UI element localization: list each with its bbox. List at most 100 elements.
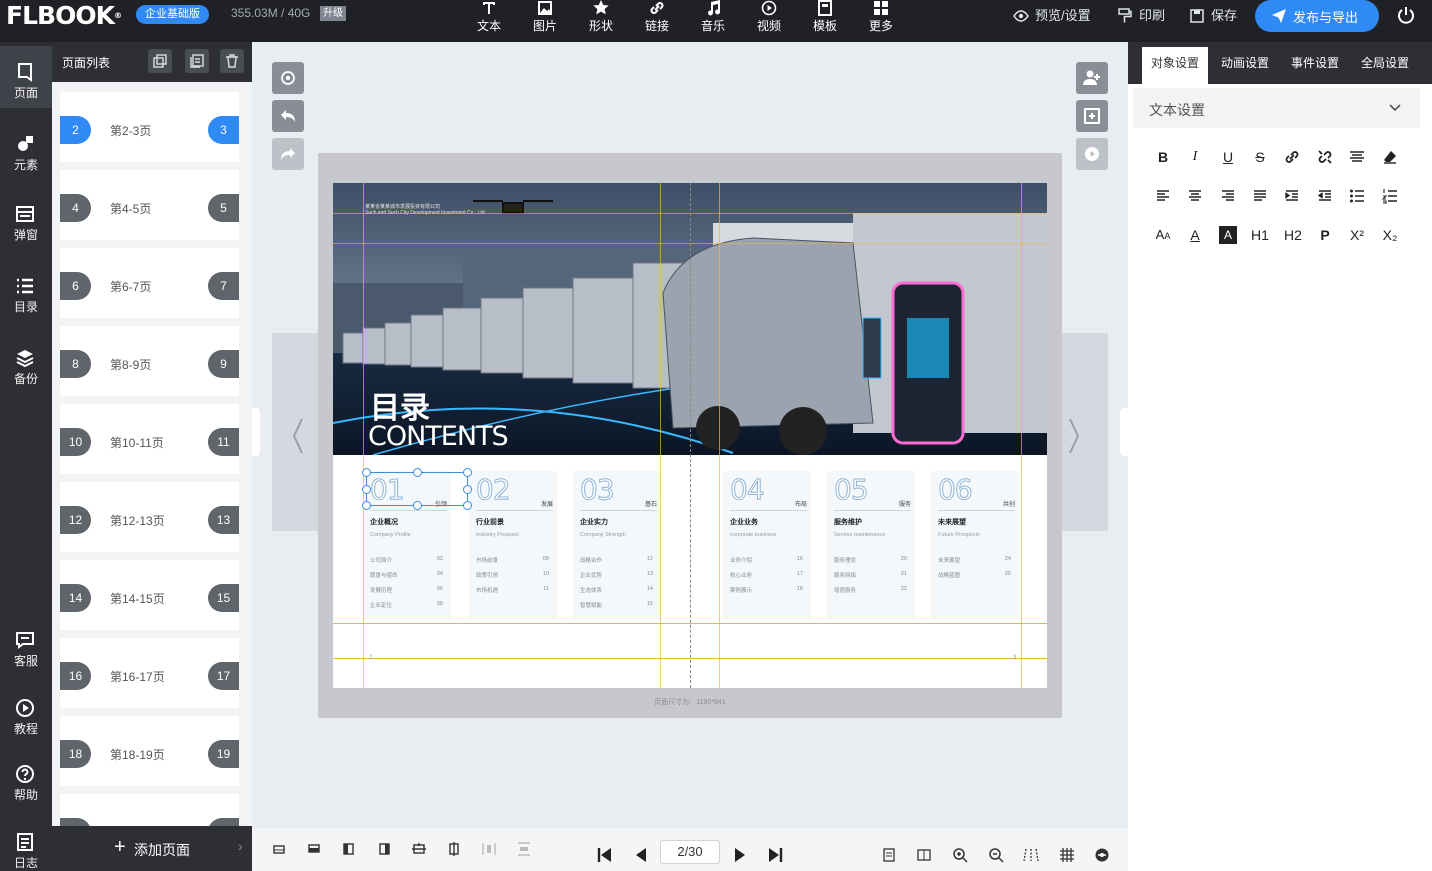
prev-page-icon[interactable] — [633, 847, 649, 863]
distribute-vertical-icon[interactable] — [517, 842, 531, 856]
align-left-button[interactable] — [1152, 185, 1174, 207]
bold-button[interactable]: B — [1152, 146, 1174, 168]
toc-card[interactable]: 04 布局 企业业务 corporate business 业务介绍 16 核心业务 17 案例… — [723, 471, 811, 619]
next-page-icon[interactable] — [732, 847, 748, 863]
center-vertical-icon[interactable] — [412, 842, 426, 856]
double-page-view-icon[interactable] — [917, 848, 931, 862]
tab-global-settings[interactable]: 全局设置 — [1352, 47, 1418, 84]
page-list-item[interactable]: 6 第6-7页 7 — [60, 248, 239, 318]
nav-log[interactable]: 日志 — [0, 816, 52, 871]
first-page-icon[interactable] — [597, 847, 613, 863]
resize-handle[interactable] — [463, 501, 472, 510]
center-horizontal-icon[interactable] — [447, 842, 461, 856]
font-size-button[interactable]: AA — [1152, 224, 1174, 246]
toc-entry[interactable]: 战略合作 12 — [580, 556, 653, 564]
toc-title-en[interactable]: CONTENTS — [368, 421, 509, 452]
toc-entry[interactable]: 市场机遇 11 — [476, 586, 549, 594]
page-list-item[interactable]: 2 第2-3页 3 — [60, 92, 239, 162]
distribute-horizontal-icon[interactable] — [482, 842, 496, 856]
nav-popup[interactable]: 弹窗 — [0, 188, 52, 250]
italic-button[interactable]: I — [1184, 146, 1206, 168]
delete-page-button[interactable] — [220, 49, 244, 73]
tab-animation-settings[interactable]: 动画设置 — [1212, 47, 1278, 84]
prev-page-arrow[interactable] — [272, 333, 320, 531]
reset-canvas-button[interactable] — [272, 62, 304, 94]
outdent-button[interactable] — [1314, 185, 1336, 207]
tab-object-settings[interactable]: 对象设置 — [1142, 47, 1208, 84]
line-spacing-button[interactable] — [1346, 146, 1368, 168]
clear-format-button[interactable] — [1379, 146, 1401, 168]
nav-backup[interactable]: 备份 — [0, 332, 52, 394]
redo-button[interactable] — [272, 138, 304, 170]
page-list-item[interactable]: 14 第14-15页 15 — [60, 560, 239, 630]
toc-entry[interactable]: 企业优势 13 — [580, 571, 653, 579]
toc-card[interactable]: 05 服务 服务维护 Service maintenance 服务理念 20 服务网络 21 增… — [827, 471, 915, 619]
last-page-icon[interactable] — [767, 847, 783, 863]
align-right-edge-icon[interactable] — [377, 842, 391, 856]
page-indicator-input[interactable]: 2/30 — [660, 840, 720, 864]
collapse-left-panel-handle[interactable] — [252, 408, 260, 456]
nav-tutorial[interactable]: 教程 — [0, 682, 52, 744]
next-page-arrow[interactable] — [1060, 333, 1108, 531]
toc-entry[interactable]: 未来展望 24 — [938, 556, 1011, 564]
page-list-item[interactable]: 16 第16-17页 17 — [60, 638, 239, 708]
page-list-item[interactable]: 12 第12-13页 13 — [60, 482, 239, 552]
toc-entry[interactable]: 智慧赋能 15 — [580, 601, 653, 609]
nav-pages[interactable]: 页面 — [0, 46, 52, 108]
heading1-button[interactable]: H1 — [1248, 224, 1272, 246]
guides-icon[interactable] — [1023, 847, 1039, 863]
toc-entry[interactable]: 核心业务 17 — [730, 571, 803, 579]
toc-entry[interactable]: 愿景与使命 04 — [370, 571, 443, 579]
preview-settings-button[interactable]: 预览/设置 — [1013, 6, 1103, 26]
indent-button[interactable] — [1281, 185, 1303, 207]
tab-event-settings[interactable]: 事件设置 — [1282, 47, 1348, 84]
toc-entry[interactable]: 市场前景 09 — [476, 556, 549, 564]
tool-more[interactable]: 更多 — [861, 0, 901, 42]
text-settings-section[interactable]: 文本设置 — [1133, 88, 1420, 128]
page-list-item[interactable]: 2021 — [60, 794, 239, 826]
page-list-item[interactable]: 10 第10-11页 11 — [60, 404, 239, 474]
save-button[interactable]: 保存 — [1189, 6, 1245, 26]
nav-help[interactable]: 帮助 — [0, 748, 52, 810]
align-top-icon[interactable] — [272, 842, 286, 856]
link-button[interactable] — [1281, 146, 1303, 168]
align-bottom-icon[interactable] — [307, 842, 321, 856]
collapse-right-panel-handle[interactable] — [1120, 408, 1128, 456]
play-preview-button[interactable] — [1076, 138, 1108, 170]
toc-entry[interactable]: 战略蓝图 25 — [938, 571, 1011, 579]
single-page-view-icon[interactable] — [882, 848, 896, 862]
toc-card[interactable]: 02 发展 行业前景 Industry Prospect 市场前景 09 政策引领 10 市场机… — [469, 471, 557, 619]
align-center-button[interactable] — [1184, 185, 1206, 207]
tool-image[interactable]: 图片 — [525, 0, 565, 42]
resize-handle[interactable] — [463, 485, 472, 494]
resize-handle[interactable] — [362, 485, 371, 494]
tool-shape[interactable]: 形状 — [581, 0, 621, 42]
resize-handle[interactable] — [413, 501, 422, 510]
publish-export-button[interactable]: 发布与导出 — [1255, 0, 1379, 32]
numbered-list-button[interactable] — [1379, 185, 1401, 207]
toc-entry[interactable]: 服务网络 21 — [834, 571, 907, 579]
add-collaborator-button[interactable] — [1076, 62, 1108, 94]
zoom-out-icon[interactable] — [988, 847, 1004, 863]
print-button[interactable]: 印刷 — [1117, 6, 1173, 26]
settings-dial-icon[interactable] — [1094, 847, 1110, 863]
toc-entry[interactable]: 公司简介 02 — [370, 556, 443, 564]
toc-entry[interactable]: 发展历程 06 — [370, 586, 443, 594]
toc-card[interactable]: 03 基石 企业实力 Company Strength 战略合作 12 企业优势 13 生态体系… — [573, 471, 661, 619]
toc-entry[interactable]: 服务理念 20 — [834, 556, 907, 564]
book-spread[interactable]: 某某省某某城市发展投资有限公司 Such and Such City Devel… — [333, 183, 1047, 688]
page-frame-button[interactable] — [1076, 100, 1108, 132]
selection-box[interactable] — [362, 468, 472, 510]
page-list-item[interactable]: 18 第18-19页 19 — [60, 716, 239, 786]
toc-entry[interactable]: 案例展示 18 — [730, 586, 803, 594]
power-icon[interactable] — [1396, 5, 1416, 25]
duplicate-page-button[interactable] — [185, 49, 209, 73]
font-color-button[interactable]: A — [1184, 224, 1206, 246]
resize-handle[interactable] — [463, 468, 472, 477]
tool-link[interactable]: 链接 — [637, 0, 677, 42]
superscript-button[interactable]: X² — [1346, 224, 1368, 246]
nav-elements[interactable]: 元素 — [0, 118, 52, 180]
resize-handle[interactable] — [413, 468, 422, 477]
bullet-list-button[interactable] — [1346, 185, 1368, 207]
undo-button[interactable] — [272, 100, 304, 132]
